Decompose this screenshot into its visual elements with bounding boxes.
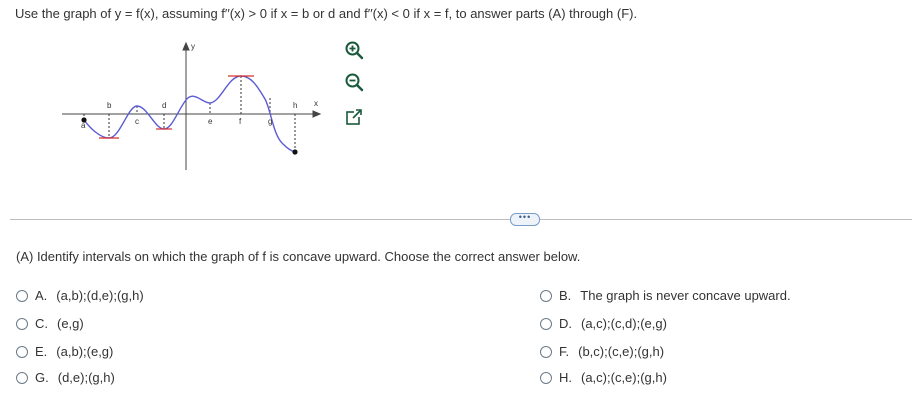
axes: [62, 41, 322, 170]
label-b: b: [107, 101, 112, 110]
x-axis-label: x: [314, 99, 318, 108]
label-g: g: [268, 117, 272, 126]
option-letter: E.: [35, 344, 48, 359]
option-letter: D.: [559, 316, 572, 331]
option-text: The graph is never concave upward.: [580, 288, 791, 303]
radio-circle-icon[interactable]: [16, 371, 28, 384]
option-h[interactable]: H. (a,c);(c,e);(g,h): [540, 370, 667, 385]
option-text: (a,c);(c,d);(e,g): [581, 316, 667, 331]
option-b[interactable]: B. The graph is never concave upward.: [540, 288, 791, 303]
label-c: c: [135, 117, 139, 126]
option-text: (a,b);(d,e);(g,h): [56, 288, 144, 303]
popout-icon[interactable]: [344, 107, 364, 127]
radio-circle-icon[interactable]: [16, 289, 28, 302]
radio-circle-icon[interactable]: [540, 289, 552, 302]
label-f: f: [239, 117, 242, 126]
radio-circle-icon[interactable]: [540, 317, 552, 330]
option-g[interactable]: G. (d,e);(g,h): [16, 370, 115, 385]
option-e[interactable]: E. (a,b);(e,g): [16, 344, 113, 359]
label-e: e: [208, 117, 213, 126]
function-graph: y x a b c d e f g h: [62, 41, 322, 170]
section-divider: [10, 219, 912, 220]
radio-circle-icon[interactable]: [540, 345, 552, 358]
radio-circle-icon[interactable]: [16, 317, 28, 330]
option-f[interactable]: F. (b,c);(c,e);(g,h): [540, 344, 664, 359]
option-letter: G.: [35, 370, 49, 385]
option-c[interactable]: C. (e,g): [16, 316, 84, 331]
option-text: (d,e);(g,h): [57, 370, 115, 385]
option-letter: C.: [35, 316, 48, 331]
y-axis-label: y: [191, 42, 195, 51]
question-header: Use the graph of y = f(x), assuming f′′(…: [15, 6, 638, 21]
option-a[interactable]: A. (a,b);(d,e);(g,h): [16, 288, 144, 303]
part-a-prompt: (A) Identify intervals on which the grap…: [16, 249, 581, 264]
option-text: (a,c);(c,e);(g,h): [581, 370, 667, 385]
option-text: (e,g): [57, 316, 84, 331]
more-button-dots: •••: [518, 212, 532, 222]
more-button[interactable]: •••: [510, 213, 540, 226]
tangent-lines: [99, 75, 254, 139]
zoom-out-icon[interactable]: [344, 72, 364, 92]
radio-circle-icon[interactable]: [16, 345, 28, 358]
option-text: (a,b);(e,g): [56, 344, 114, 359]
option-letter: B.: [559, 288, 572, 303]
option-text: (b,c);(c,e);(g,h): [578, 344, 665, 359]
option-d[interactable]: D. (a,c);(c,d);(e,g): [540, 316, 667, 331]
label-a: a: [81, 121, 86, 130]
option-letter: H.: [559, 370, 572, 385]
zoom-in-icon[interactable]: [344, 40, 364, 60]
right-endpoint: [292, 149, 298, 155]
label-h: h: [293, 101, 297, 110]
option-letter: A.: [35, 288, 48, 303]
label-d: d: [162, 101, 166, 110]
option-letter: F.: [559, 344, 570, 359]
radio-circle-icon[interactable]: [540, 371, 552, 384]
